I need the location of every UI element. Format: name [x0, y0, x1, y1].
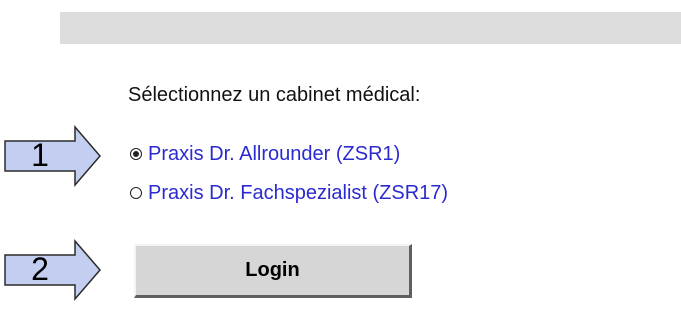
top-bar — [60, 12, 681, 44]
radio-checked-icon[interactable] — [130, 148, 142, 160]
radio-unchecked-icon[interactable] — [130, 187, 142, 199]
select-cabinet-label: Sélectionnez un cabinet médical: — [128, 84, 421, 106]
option-praxis-fachspezialist[interactable]: Praxis Dr. Fachspezialist (ZSR17) — [130, 180, 448, 206]
step-number-2: 2 — [31, 251, 49, 287]
login-button[interactable]: Login — [134, 244, 412, 298]
option-label[interactable]: Praxis Dr. Fachspezialist (ZSR17) — [148, 182, 448, 205]
option-praxis-allrounder[interactable]: Praxis Dr. Allrounder (ZSR1) — [130, 141, 400, 167]
step-number-1: 1 — [31, 137, 49, 173]
option-label[interactable]: Praxis Dr. Allrounder (ZSR1) — [148, 143, 400, 166]
